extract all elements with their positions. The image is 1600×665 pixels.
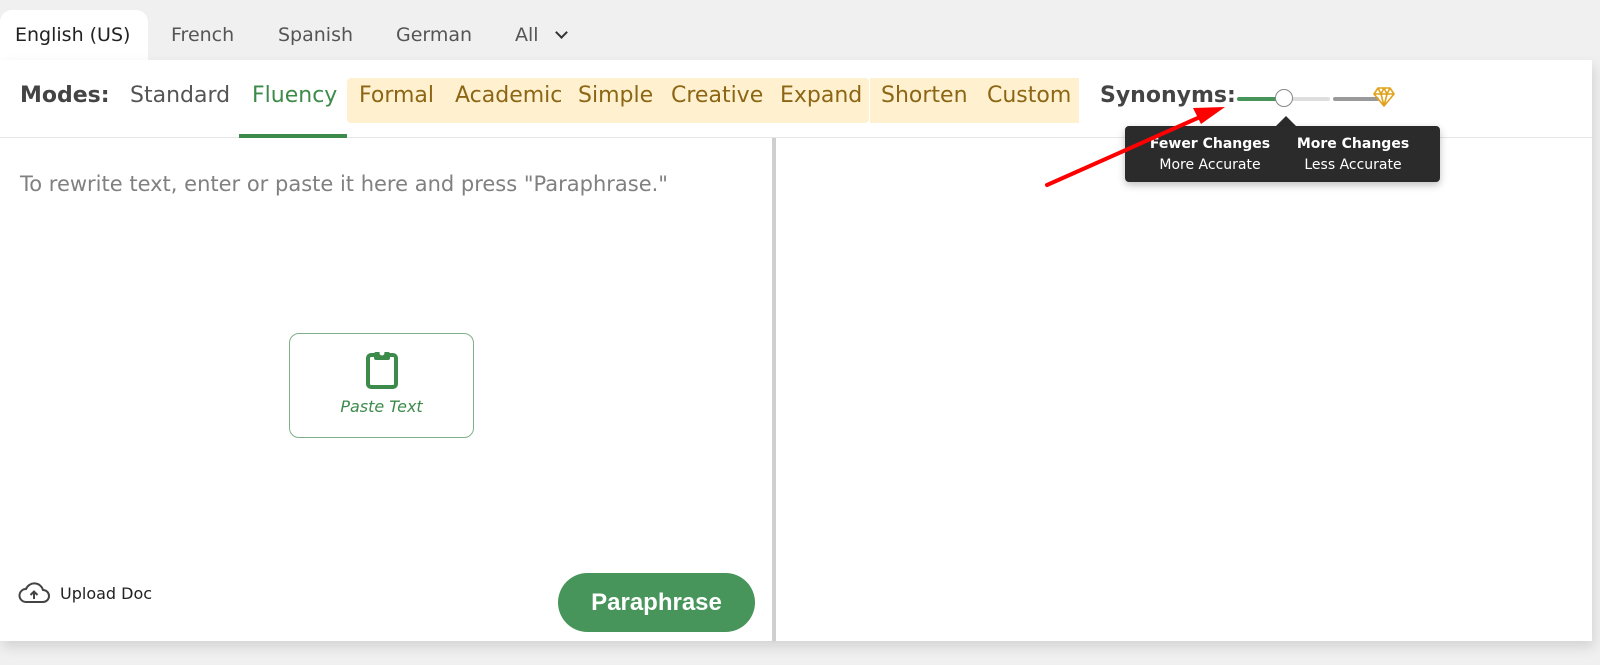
mode-academic[interactable]: Academic bbox=[455, 83, 562, 108]
upload-doc-button[interactable]: Upload Doc bbox=[18, 580, 152, 606]
diamond-icon bbox=[1373, 87, 1395, 107]
tab-german[interactable]: German bbox=[396, 10, 472, 60]
chevron-down-icon bbox=[554, 26, 568, 39]
cloud-upload-icon bbox=[18, 582, 50, 603]
mode-standard[interactable]: Standard bbox=[130, 83, 230, 108]
mode-custom[interactable]: Custom bbox=[987, 83, 1071, 108]
mode-fluency[interactable]: Fluency bbox=[252, 83, 337, 108]
tab-spanish[interactable]: Spanish bbox=[278, 10, 353, 60]
mode-creative[interactable]: Creative bbox=[671, 83, 763, 108]
paste-text-button[interactable]: Paste Text bbox=[289, 333, 474, 438]
tab-english-us[interactable]: English (US) bbox=[0, 10, 148, 60]
output-pane bbox=[776, 138, 1592, 641]
synonyms-label: Synonyms: bbox=[1100, 83, 1236, 108]
upload-doc-label: Upload Doc bbox=[60, 583, 153, 603]
mode-formal[interactable]: Formal bbox=[359, 83, 434, 108]
language-tab-bar: English (US) French Spanish German All bbox=[0, 0, 1600, 60]
mode-expand[interactable]: Expand bbox=[780, 83, 862, 108]
active-mode-indicator bbox=[239, 134, 347, 138]
clipboard-icon bbox=[366, 350, 398, 389]
mode-shorten[interactable]: Shorten bbox=[881, 83, 968, 108]
paraphrase-button[interactable]: Paraphrase bbox=[558, 573, 755, 632]
synonyms-slider-thumb[interactable] bbox=[1275, 89, 1293, 107]
tab-french[interactable]: French bbox=[171, 10, 234, 60]
tab-all-dropdown[interactable]: All bbox=[515, 10, 568, 60]
modes-label: Modes: bbox=[20, 83, 110, 108]
paraphraser-card: Modes: Standard Fluency Formal Academic … bbox=[0, 60, 1592, 641]
tooltip-caret bbox=[1276, 116, 1296, 126]
tab-all-label: All bbox=[515, 24, 539, 46]
paste-text-label: Paste Text bbox=[340, 397, 423, 416]
input-placeholder[interactable]: To rewrite text, enter or paste it here … bbox=[20, 172, 668, 196]
mode-simple[interactable]: Simple bbox=[578, 83, 653, 108]
